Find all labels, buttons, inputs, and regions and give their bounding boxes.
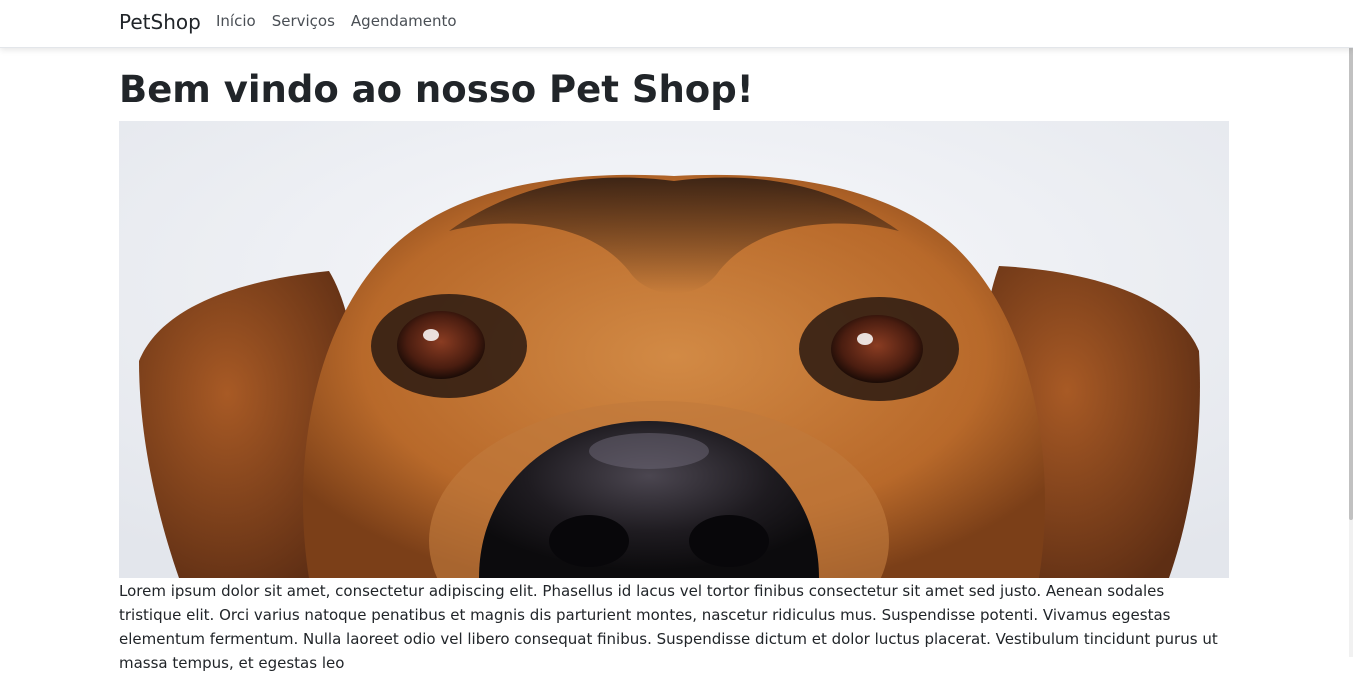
nose-highlight xyxy=(589,433,709,469)
page-title: Bem vindo ao nosso Pet Shop! xyxy=(119,68,754,111)
nav-link-inicio[interactable]: Início xyxy=(216,11,256,31)
intro-paragraph: Lorem ipsum dolor sit amet, consectetur … xyxy=(119,582,1218,672)
left-nostril xyxy=(549,515,629,567)
top-navbar: PetShop Início Serviços Agendamento xyxy=(0,0,1353,48)
page-scrollbar[interactable] xyxy=(1349,0,1353,657)
main-nav: Início Serviços Agendamento xyxy=(216,11,457,31)
dog-photo xyxy=(119,121,1229,578)
left-eye-highlight xyxy=(423,329,439,341)
right-eye xyxy=(831,315,923,383)
scrollbar-thumb[interactable] xyxy=(1349,0,1353,520)
hero-image xyxy=(119,121,1229,578)
right-nostril xyxy=(689,515,769,567)
nav-link-agendamento[interactable]: Agendamento xyxy=(351,11,457,31)
right-eye-highlight xyxy=(857,333,873,345)
brand-link[interactable]: PetShop xyxy=(119,9,201,35)
nav-link-servicos[interactable]: Serviços xyxy=(272,11,335,31)
left-eye xyxy=(397,311,485,379)
